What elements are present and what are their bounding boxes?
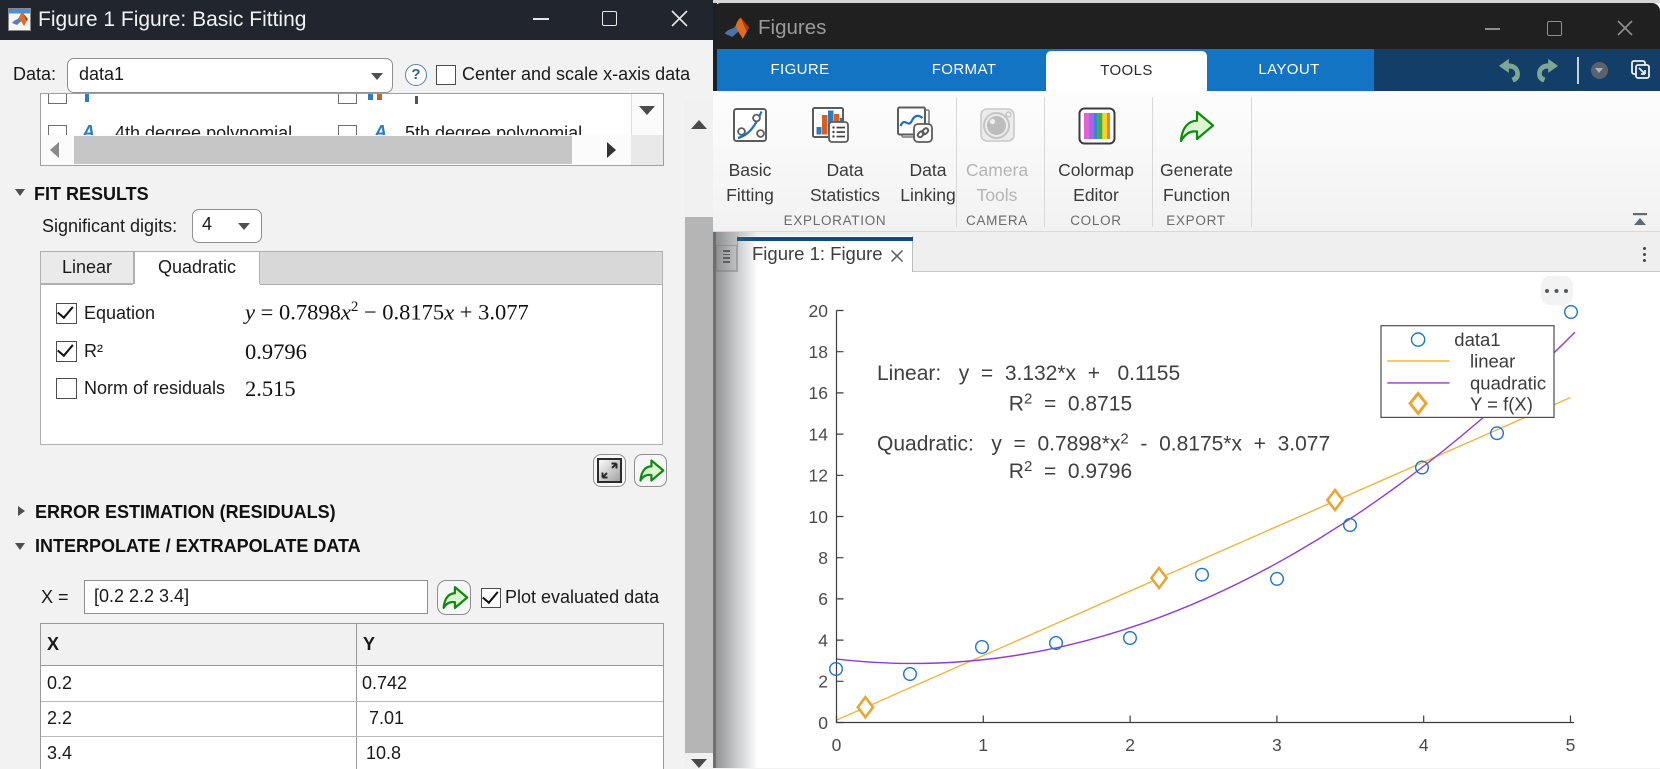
svg-text:5: 5 [1566, 735, 1576, 755]
svg-text:Y = f(X): Y = f(X) [1470, 394, 1533, 415]
svg-text:2: 2 [818, 672, 828, 692]
svg-text:data1: data1 [1454, 329, 1500, 350]
svg-text:Linear: y = 3.132*x + 0: Linear: y = 3.132*x + 0.1155 [877, 362, 1180, 385]
svg-text:20: 20 [809, 301, 829, 321]
svg-text:12: 12 [809, 466, 828, 486]
svg-text:3: 3 [1272, 735, 1282, 755]
svg-text:R2 = 0.9796: R2 = 0.9796 [1009, 458, 1132, 483]
svg-text:10: 10 [809, 507, 829, 527]
svg-text:0: 0 [818, 713, 828, 733]
svg-text:1: 1 [978, 735, 988, 755]
svg-text:16: 16 [809, 383, 828, 403]
svg-text:R2 = 0.8715: R2 = 0.8715 [1009, 391, 1132, 416]
svg-text:2: 2 [1125, 735, 1135, 755]
svg-text:8: 8 [818, 548, 828, 568]
svg-text:linear: linear [1470, 351, 1515, 372]
svg-text:4: 4 [818, 630, 828, 650]
svg-text:4: 4 [1419, 735, 1429, 755]
svg-text:6: 6 [818, 589, 828, 609]
svg-text:quadratic: quadratic [1470, 373, 1546, 394]
svg-text:Quadratic: y = 0.7898*x2: Quadratic: y = 0.7898*x2 - 0.8175*x + 3.… [877, 431, 1330, 456]
svg-text:14: 14 [809, 424, 829, 444]
svg-text:18: 18 [809, 342, 828, 362]
svg-text:0: 0 [832, 735, 842, 755]
